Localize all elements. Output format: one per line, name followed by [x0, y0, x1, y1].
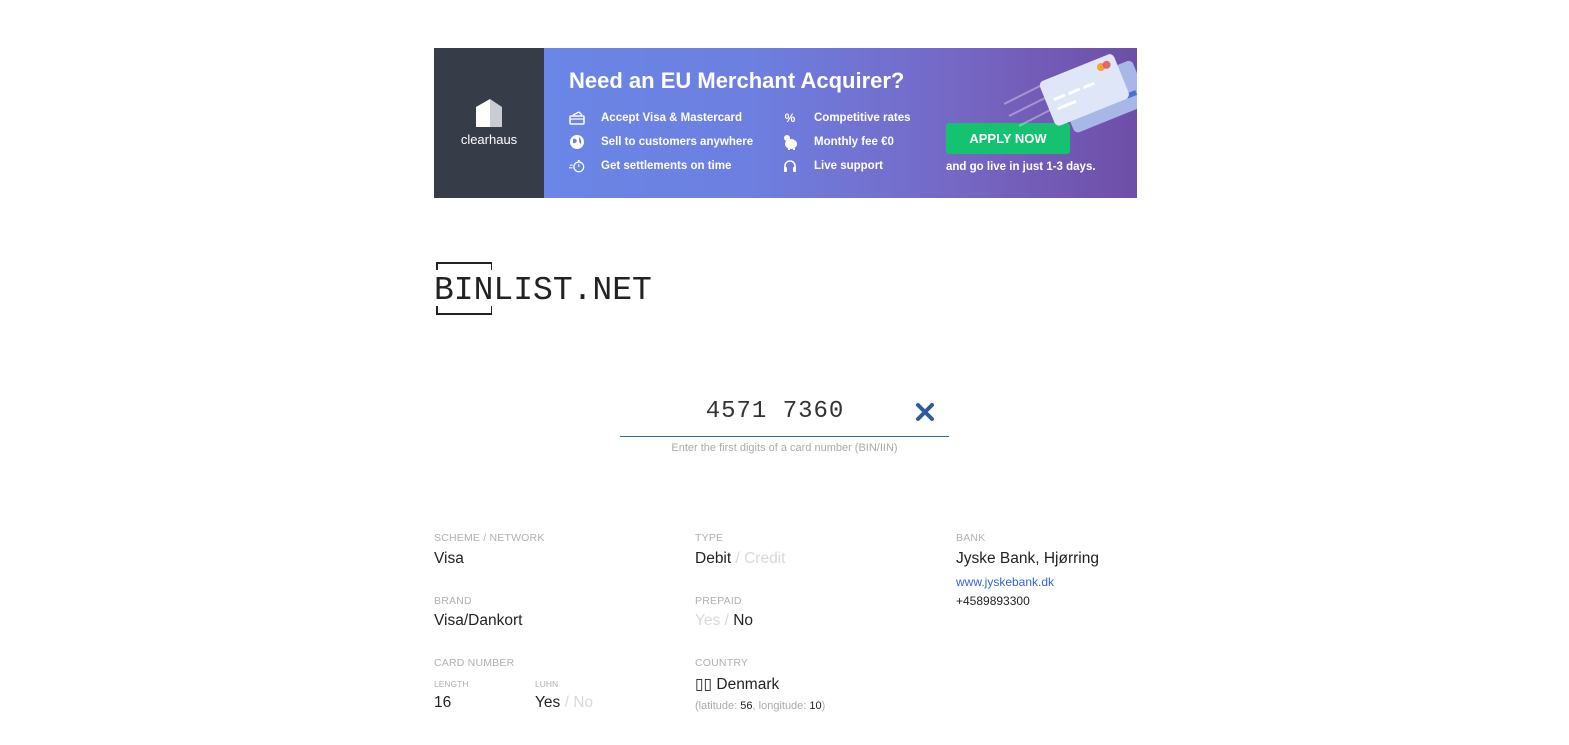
- length-value: 16: [434, 694, 452, 711]
- feature-label: Live support: [814, 160, 884, 172]
- banner-title: Need an EU Merchant Acquirer?: [569, 68, 905, 93]
- luhn-yes: Yes: [535, 694, 561, 711]
- banner-content: Need an EU Merchant Acquirer? Accept Vis…: [544, 48, 1137, 198]
- type-value: Debit / Credit: [695, 550, 785, 568]
- banner-brand-name: clearhaus: [460, 132, 518, 147]
- longitude-value: 10: [809, 700, 822, 712]
- luhn-no: No: [573, 694, 594, 711]
- banner-brand-panel: clearhaus: [434, 48, 544, 198]
- feature-label: Competitive rates: [814, 112, 911, 124]
- percent-icon: %: [784, 111, 796, 125]
- brand-value: Visa/Dankort: [434, 612, 523, 629]
- type-credit: Credit: [744, 550, 786, 567]
- clearhaus-logo-icon: [476, 99, 502, 127]
- feature-sell-anywhere: Sell to customers anywhere: [569, 134, 753, 150]
- bank-name: Jyske Bank, Hjørring: [956, 550, 1099, 567]
- scheme-label: Scheme / network: [434, 532, 545, 544]
- prepaid-value: Yes / No: [695, 612, 753, 630]
- stopwatch-icon: [569, 158, 585, 174]
- site-logo[interactable]: BINLIST.NET: [434, 262, 694, 318]
- luhn-value: Yes / No: [535, 694, 593, 712]
- feature-settlements: Get settlements on time: [569, 158, 731, 174]
- country-flag-icon: ▯▯: [695, 676, 713, 693]
- type-separator: /: [731, 550, 745, 567]
- bin-search: [620, 390, 949, 437]
- country-coordinates: (latitude: 56, longitude: 10): [695, 700, 825, 712]
- feature-label: Accept Visa & Mastercard: [601, 112, 743, 124]
- feature-monthly-fee: Monthly fee €0: [782, 134, 894, 150]
- card-number-label: Card number: [434, 657, 515, 669]
- scheme-value: Visa: [434, 550, 464, 567]
- globe-icon: [569, 134, 585, 150]
- prepaid-yes: Yes: [695, 612, 721, 629]
- country-name: Denmark: [716, 676, 780, 693]
- card-stack-icon: [569, 110, 585, 126]
- luhn-separator: /: [560, 694, 574, 711]
- feature-label: Get settlements on time: [601, 160, 732, 172]
- feature-label: Sell to customers anywhere: [601, 136, 754, 148]
- bank-website-link[interactable]: www.jyskebank.dk: [956, 575, 1054, 589]
- feature-support: Live support: [782, 158, 883, 174]
- feature-rates: % Competitive rates: [782, 110, 911, 126]
- length-label: Length: [434, 679, 469, 689]
- prepaid-separator: /: [720, 612, 734, 629]
- feature-label: Monthly fee €0: [814, 136, 894, 148]
- feature-accept-cards: Accept Visa & Mastercard: [569, 110, 742, 126]
- latitude-label: latitude:: [698, 700, 741, 712]
- country-label: Country: [695, 657, 749, 669]
- brand-label: Brand: [434, 595, 472, 607]
- coords-close: ): [821, 700, 826, 712]
- country-value: ▯▯ Denmark: [695, 675, 779, 694]
- clear-search-button[interactable]: [913, 400, 937, 424]
- latitude-value: 56: [740, 700, 753, 712]
- longitude-label: longitude:: [758, 700, 810, 712]
- type-label: Type: [695, 532, 724, 544]
- site-logo-text: BINLIST.NET: [434, 272, 652, 309]
- bank-label: Bank: [956, 532, 986, 544]
- piggy-bank-icon: [782, 134, 798, 150]
- luhn-label: Luhn: [535, 679, 559, 689]
- ad-banner[interactable]: clearhaus Need an EU Merchant Acquirer? …: [434, 48, 1137, 198]
- prepaid-label: Prepaid: [695, 595, 742, 607]
- type-debit: Debit: [695, 550, 732, 567]
- credit-cards-illustration: [1004, 54, 1137, 133]
- prepaid-no: No: [733, 612, 754, 629]
- headset-icon: [782, 158, 798, 174]
- banner-cta-note: and go live in just 1-3 days.: [946, 161, 1096, 173]
- search-hint: Enter the first digits of a card number …: [671, 442, 898, 454]
- bank-phone: +4589893300: [956, 594, 1030, 608]
- bin-search-input[interactable]: [620, 390, 930, 432]
